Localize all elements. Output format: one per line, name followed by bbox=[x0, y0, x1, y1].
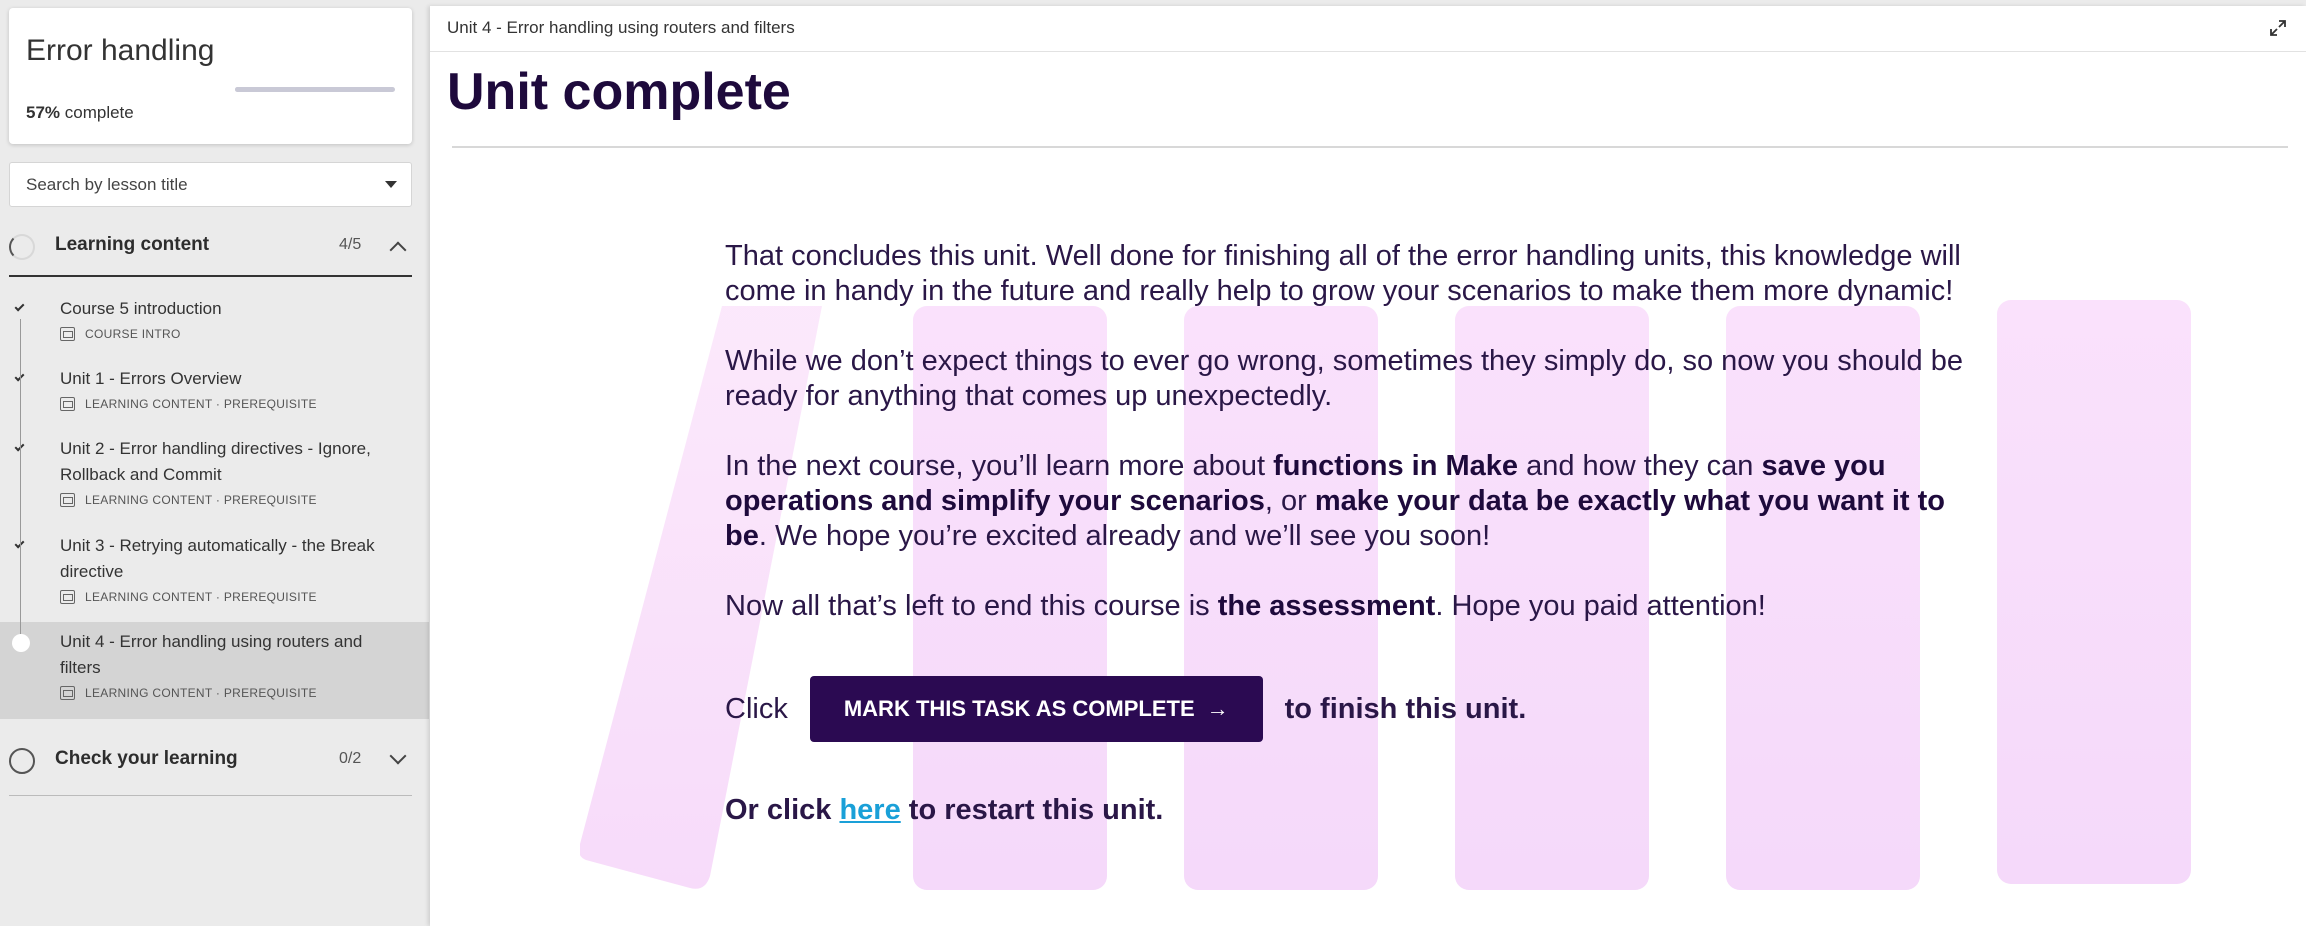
text-span: Now all that’s left to end this course i… bbox=[725, 590, 1218, 622]
timeline-line bbox=[20, 526, 21, 622]
text-span: In the next course, you’ll learn more ab… bbox=[725, 450, 1274, 482]
lesson-meta: LEARNING CONTENT · PREREQUISITE bbox=[60, 397, 317, 411]
lesson-icon bbox=[60, 493, 75, 507]
click-prefix: Click bbox=[725, 692, 788, 725]
lesson-meta: COURSE INTRO bbox=[60, 327, 181, 341]
lesson-title: Unit 2 - Error handling directives - Ign… bbox=[60, 439, 371, 484]
search-input[interactable] bbox=[26, 163, 366, 206]
progress-ring-icon bbox=[9, 234, 35, 260]
chevron-down-icon[interactable] bbox=[389, 747, 407, 765]
section-label: Check your learning bbox=[55, 748, 238, 769]
mark-complete-row: Click MARK THIS TASK AS COMPLETE → to fi… bbox=[725, 676, 1526, 742]
lesson-title: Unit 3 - Retrying automatically - the Br… bbox=[60, 536, 375, 581]
lesson-meta-text: COURSE INTRO bbox=[85, 327, 181, 341]
progress-text: 57% complete bbox=[26, 103, 134, 123]
page-title: Unit complete bbox=[447, 63, 791, 121]
progress-bar bbox=[235, 87, 395, 92]
section-check-your-learning[interactable]: Check your learning 0/2 bbox=[9, 737, 412, 783]
lesson-title: Unit 4 - Error handling using routers an… bbox=[60, 632, 363, 677]
chevron-up-icon[interactable] bbox=[389, 241, 407, 259]
click-suffix: to finish this unit. bbox=[1284, 692, 1527, 725]
lesson-meta: LEARNING CONTENT · PREREQUISITE bbox=[60, 493, 317, 507]
lesson-meta-text: LEARNING CONTENT · PREREQUISITE bbox=[85, 493, 317, 507]
bold-span: the assessment bbox=[1217, 590, 1436, 622]
bold-span: functions in Make bbox=[1273, 450, 1519, 482]
timeline-line bbox=[20, 359, 21, 429]
lesson-topbar: Unit 4 - Error handling using routers an… bbox=[430, 6, 2306, 52]
paragraph-4: Now all that’s left to end this course i… bbox=[725, 589, 1965, 624]
lesson-meta-text: LEARNING CONTENT · PREREQUISITE bbox=[85, 397, 317, 411]
lesson-body: That concludes this unit. Well done for … bbox=[725, 239, 1965, 659]
section-divider bbox=[9, 275, 412, 277]
caret-down-icon[interactable] bbox=[385, 181, 397, 188]
progress-percent: 57% bbox=[26, 103, 61, 122]
lesson-title: Course 5 introduction bbox=[60, 299, 222, 318]
arrow-right-icon: → bbox=[1206, 696, 1229, 721]
lesson-item-unit-4[interactable]: Unit 4 - Error handling using routers an… bbox=[0, 622, 429, 719]
text-span: and how they can bbox=[1518, 450, 1762, 482]
lesson-item-unit-2[interactable]: Unit 2 - Error handling directives - Ign… bbox=[0, 429, 429, 526]
lesson-meta-text: LEARNING CONTENT · PREREQUISITE bbox=[85, 686, 317, 700]
lesson-item-course-intro[interactable]: Course 5 introduction COURSE INTRO bbox=[0, 289, 429, 359]
progress-fill bbox=[235, 87, 327, 92]
lesson-item-unit-1[interactable]: Unit 1 - Errors Overview LEARNING CONTEN… bbox=[0, 359, 429, 429]
timeline-line bbox=[20, 622, 21, 634]
section-count: 4/5 bbox=[339, 236, 362, 253]
breadcrumb: Unit 4 - Error handling using routers an… bbox=[447, 18, 795, 37]
expand-icon[interactable] bbox=[2268, 18, 2288, 38]
text-span: , or bbox=[1264, 485, 1315, 517]
lesson-icon bbox=[60, 327, 75, 341]
paragraph-3: In the next course, you’ll learn more ab… bbox=[725, 449, 1965, 554]
section-divider bbox=[9, 795, 412, 796]
paragraph-2: While we don’t expect things to ever go … bbox=[725, 345, 1963, 412]
restart-link[interactable]: here bbox=[839, 794, 900, 826]
lesson-search[interactable] bbox=[9, 162, 412, 207]
lesson-meta-text: LEARNING CONTENT · PREREQUISITE bbox=[85, 590, 317, 604]
lesson-content-panel: Unit 4 - Error handling using routers an… bbox=[430, 6, 2306, 926]
paragraph-1: That concludes this unit. Well done for … bbox=[725, 240, 1961, 307]
text-span: . We hope you’re excited already and we’… bbox=[758, 520, 1491, 552]
lesson-icon bbox=[60, 397, 75, 411]
lesson-icon bbox=[60, 590, 75, 604]
sidebar: Error handling 57% complete Learning con… bbox=[0, 0, 429, 926]
course-progress-card: Error handling 57% complete bbox=[9, 8, 412, 144]
current-lesson-dot-icon bbox=[12, 634, 30, 652]
timeline-line bbox=[20, 429, 21, 526]
progress-suffix: complete bbox=[60, 103, 134, 122]
lesson-meta: LEARNING CONTENT · PREREQUISITE bbox=[60, 686, 317, 700]
mark-complete-label: MARK THIS TASK AS COMPLETE bbox=[843, 696, 1195, 721]
text-span: . Hope you paid attention! bbox=[1435, 590, 1766, 622]
title-divider bbox=[452, 146, 2288, 148]
restart-prefix: Or click bbox=[725, 794, 840, 826]
lesson-icon bbox=[60, 686, 75, 700]
lesson-meta: LEARNING CONTENT · PREREQUISITE bbox=[60, 590, 317, 604]
section-learning-content[interactable]: Learning content 4/5 bbox=[9, 223, 412, 269]
lesson-list: Course 5 introduction COURSE INTRO Unit … bbox=[0, 289, 429, 719]
section-label: Learning content bbox=[55, 234, 210, 255]
section-count: 0/2 bbox=[339, 750, 362, 767]
restart-suffix: to restart this unit. bbox=[900, 794, 1164, 826]
restart-row: Or click here to restart this unit. bbox=[725, 794, 1163, 827]
lesson-item-unit-3[interactable]: Unit 3 - Retrying automatically - the Br… bbox=[0, 526, 429, 622]
timeline-line bbox=[20, 319, 21, 359]
check-icon bbox=[14, 301, 25, 312]
course-title: Error handling bbox=[26, 34, 215, 67]
decorative-bar bbox=[1997, 300, 2191, 884]
lesson-title: Unit 1 - Errors Overview bbox=[60, 369, 242, 388]
progress-ring-icon bbox=[9, 748, 35, 774]
mark-complete-button[interactable]: MARK THIS TASK AS COMPLETE → bbox=[809, 676, 1263, 742]
